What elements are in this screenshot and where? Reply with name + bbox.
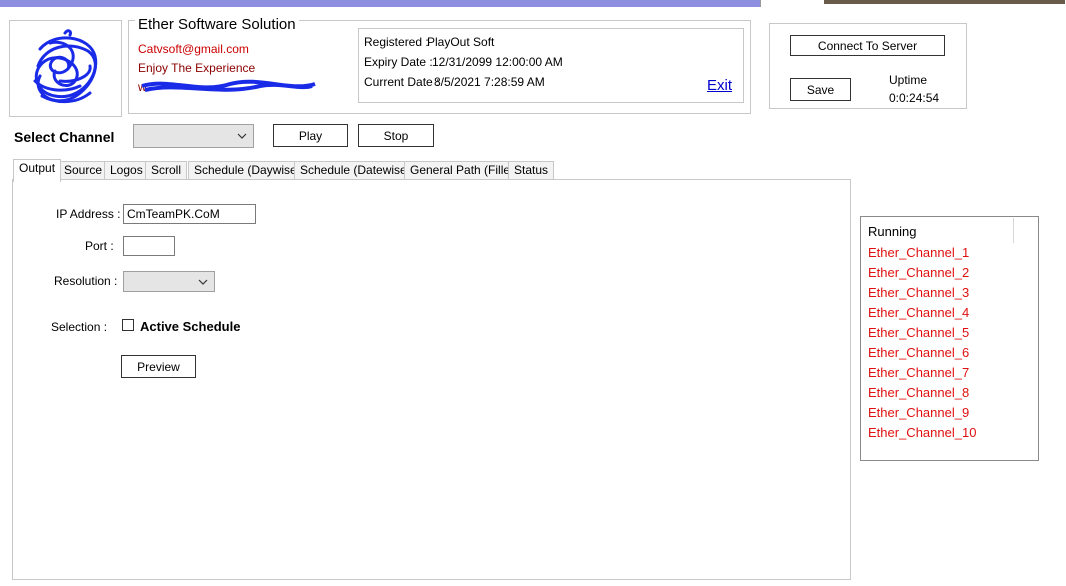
connect-to-server-button[interactable]: Connect To Server (790, 35, 945, 56)
current-date-value: 8/5/2021 7:28:59 AM (434, 75, 545, 89)
list-item[interactable]: Ether_Channel_3 (868, 285, 969, 300)
ip-address-label: IP Address : (56, 207, 121, 221)
list-item[interactable]: Ether_Channel_5 (868, 325, 969, 340)
running-channels-list[interactable]: Running Ether_Channel_1 Ether_Channel_2 … (860, 216, 1039, 461)
tab-logos[interactable]: Logos (104, 161, 149, 181)
tab-general-path-filler[interactable]: General Path (Filler) (404, 161, 525, 181)
select-channel-label: Select Channel (14, 129, 115, 145)
tab-source[interactable]: Source (58, 161, 109, 181)
tagline: Enjoy The Experience (138, 61, 256, 75)
redaction-scribble (141, 79, 316, 92)
company-title: Ether Software Solution (135, 16, 299, 33)
expiry-value: 12/31/2099 12:00:00 AM (432, 55, 563, 69)
resolution-label: Resolution : (54, 274, 118, 288)
list-item[interactable]: Ether_Channel_8 (868, 385, 969, 400)
stop-button[interactable]: Stop (358, 124, 434, 147)
current-date-label: Current Date : (364, 75, 440, 89)
expiry-label: Expiry Date : (364, 55, 433, 69)
ip-address-input[interactable] (123, 204, 256, 224)
save-button[interactable]: Save (790, 78, 851, 101)
running-column-header[interactable]: Running (862, 218, 1014, 243)
channel-select[interactable] (133, 124, 254, 148)
list-item[interactable]: Ether_Channel_9 (868, 405, 969, 420)
logo-panel (9, 20, 122, 117)
preview-button[interactable]: Preview (121, 355, 196, 378)
uptime-label: Uptime (889, 73, 928, 87)
tab-schedule-datewise[interactable]: Schedule (Datewise) (294, 161, 417, 181)
exit-link[interactable]: Exit (707, 77, 732, 94)
resolution-select[interactable] (123, 271, 215, 292)
tab-schedule-daywise[interactable]: Schedule (Daywise) (188, 161, 307, 181)
list-item[interactable]: Ether_Channel_7 (868, 365, 969, 380)
uptime-value: 0:0:24:54 (889, 91, 940, 105)
window-top-right-area (760, 0, 1066, 7)
port-input[interactable] (123, 236, 175, 256)
tab-output[interactable]: Output (13, 159, 62, 182)
active-schedule-label: Active Schedule (140, 319, 241, 334)
list-item[interactable]: Ether_Channel_10 (868, 425, 976, 440)
contact-email: Catvsoft@gmail.com (138, 42, 249, 56)
chevron-down-icon (237, 133, 247, 139)
registered-value: PlayOut Soft (427, 35, 495, 49)
company-logo (33, 29, 98, 104)
running-header-label: Running (868, 224, 917, 239)
port-label: Port : (85, 239, 114, 253)
list-item[interactable]: Ether_Channel_1 (868, 245, 969, 260)
selection-label: Selection : (51, 320, 108, 334)
chevron-down-icon (198, 279, 208, 285)
list-item[interactable]: Ether_Channel_2 (868, 265, 969, 280)
list-item[interactable]: Ether_Channel_6 (868, 345, 969, 360)
active-schedule-checkbox[interactable] (122, 319, 134, 331)
list-item[interactable]: Ether_Channel_4 (868, 305, 969, 320)
registered-label: Registered : (364, 35, 429, 49)
tab-scroll[interactable]: Scroll (145, 161, 188, 181)
tab-status[interactable]: Status (508, 161, 555, 181)
play-button[interactable]: Play (273, 124, 348, 147)
